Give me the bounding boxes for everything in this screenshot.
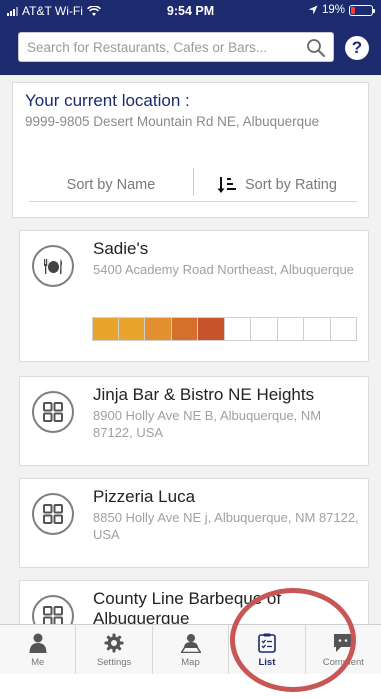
rating-segment (118, 317, 145, 341)
rating-segment (277, 317, 304, 341)
status-bar: AT&T Wi-Fi 9:54 PM 19% (0, 0, 381, 22)
list-icon (258, 633, 276, 653)
restaurant-card[interactable]: Sadie's 5400 Academy Road Northeast, Alb… (19, 230, 369, 362)
rating-segment (251, 317, 278, 341)
battery-percent: 19% (321, 4, 345, 16)
sort-by-name-button[interactable]: Sort by Name (29, 168, 193, 202)
restaurant-card[interactable]: Jinja Bar & Bistro NE Heights 8900 Holly… (19, 376, 369, 466)
restaurant-name: Jinja Bar & Bistro NE Heights (93, 385, 315, 404)
rating-segment (304, 317, 331, 341)
dining-icon (32, 245, 74, 287)
help-icon[interactable]: ? (345, 36, 369, 60)
sort-by-rating-button[interactable]: Sort by Rating (217, 168, 337, 202)
tab-bar: Me Settings Map List Comment (0, 624, 381, 674)
tab-label: List (258, 657, 276, 668)
location-address: 9999-9805 Desert Mountain Rd NE, Albuque… (25, 114, 320, 129)
grid-icon (32, 493, 74, 535)
tab-label: Me (31, 657, 45, 668)
restaurant-address: 8900 Holly Ave NE B, Albuquerque, NM 871… (93, 408, 322, 440)
rating-segment (224, 317, 251, 341)
app-header: AT&T Wi-Fi 9:54 PM 19% ? (0, 0, 381, 75)
tab-settings[interactable]: Settings (76, 625, 153, 674)
person-icon (29, 633, 47, 653)
restaurant-name: Sadie's (93, 239, 149, 258)
comment-icon (334, 634, 353, 652)
tab-comment[interactable]: Comment (306, 625, 381, 674)
restaurant-address: 5400 Academy Road Northeast, Albuquerque (93, 262, 354, 277)
rating-segment (171, 317, 198, 341)
restaurant-card[interactable]: Pizzeria Luca 8850 Holly Ave NE j, Albuq… (19, 478, 369, 568)
gear-icon (104, 633, 124, 653)
location-arrow-icon (308, 5, 318, 15)
search-input[interactable] (19, 33, 299, 61)
rating-segment (198, 317, 225, 341)
sort-row: Sort by Name Sort by Rating (29, 168, 357, 202)
bottom-strip (0, 674, 381, 698)
sort-descending-icon (217, 177, 236, 193)
search-box (18, 32, 334, 62)
tab-me[interactable]: Me (0, 625, 77, 674)
sort-by-rating-label: Sort by Rating (245, 177, 337, 193)
restaurant-address: 8850 Holly Ave NE j, Albuquerque, NM 871… (93, 510, 359, 542)
tab-label: Map (181, 657, 200, 668)
tab-label: Settings (96, 657, 132, 668)
restaurant-name: County Line Barbeque of Albuquerque (93, 589, 282, 628)
tab-map[interactable]: Map (153, 625, 230, 674)
tab-label: Comment (322, 657, 364, 668)
battery-icon (349, 4, 375, 16)
map-person-icon (180, 634, 201, 653)
grid-icon (32, 391, 74, 433)
rating-segment (145, 317, 172, 341)
rating-segment (330, 317, 357, 341)
restaurant-name: Pizzeria Luca (93, 487, 196, 506)
search-icon[interactable] (306, 38, 326, 58)
rating-segment (92, 317, 119, 341)
sort-divider (193, 168, 194, 196)
tab-list[interactable]: List (229, 625, 306, 674)
current-location-card: Your current location : 9999-9805 Desert… (12, 82, 369, 218)
location-title: Your current location : (25, 91, 190, 110)
rating-bar (92, 317, 357, 341)
